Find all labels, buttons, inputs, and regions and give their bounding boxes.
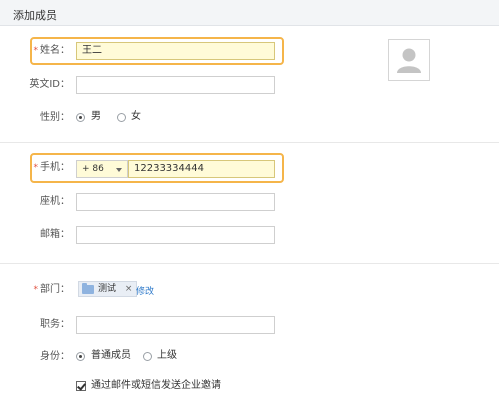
department-label-text: 部门： xyxy=(40,284,70,295)
mobile-label: * 手机： xyxy=(0,161,71,175)
close-icon[interactable]: × xyxy=(125,284,133,294)
gender-male-radio[interactable] xyxy=(76,113,85,122)
mobile-required-mark: * xyxy=(33,163,39,173)
email-label: 邮箱： xyxy=(40,229,70,240)
gender-label: 性别： xyxy=(40,112,70,123)
country-code-value: + 86 xyxy=(82,164,104,174)
english-id-input[interactable] xyxy=(76,76,275,94)
identity-superior-label: 上级 xyxy=(157,350,177,361)
gender-female-label: 女 xyxy=(131,111,141,122)
mobile-input[interactable]: 12233334444 xyxy=(128,160,275,178)
department-required-mark: * xyxy=(33,285,39,295)
gender-female-radio[interactable] xyxy=(117,113,126,122)
section-divider xyxy=(0,263,499,264)
invite-checkbox[interactable] xyxy=(76,381,86,391)
name-required-mark: * xyxy=(33,46,39,56)
user-placeholder-icon xyxy=(397,48,421,73)
landline-input[interactable] xyxy=(76,193,275,211)
page-title: 添加成员 xyxy=(13,9,57,22)
identity-label: 身份： xyxy=(40,351,70,362)
department-tag: 测试 × xyxy=(78,281,138,297)
position-label: 职务： xyxy=(40,319,70,330)
identity-superior-radio[interactable] xyxy=(143,352,152,361)
identity-member-radio[interactable] xyxy=(76,352,85,361)
email-input[interactable] xyxy=(76,226,275,244)
folder-icon xyxy=(82,283,94,294)
chevron-down-icon xyxy=(116,168,122,172)
name-label: * 姓名： xyxy=(0,44,71,58)
gender-male-label: 男 xyxy=(91,111,101,122)
section-divider xyxy=(0,142,499,143)
name-input[interactable]: 王二 xyxy=(76,42,275,60)
invite-label: 通过邮件或短信发送企业邀请 xyxy=(91,380,221,391)
header-bar: 添加成员 xyxy=(0,0,499,26)
position-input[interactable] xyxy=(76,316,275,334)
avatar[interactable] xyxy=(388,39,430,81)
edit-department-link[interactable]: 修改 xyxy=(136,284,154,297)
english-id-label: 英文ID： xyxy=(29,79,70,90)
department-label: * 部门： xyxy=(0,283,71,297)
country-code-select[interactable]: + 86 xyxy=(76,160,128,178)
identity-member-label: 普通成员 xyxy=(91,350,131,361)
name-label-text: 姓名： xyxy=(40,45,70,56)
department-tag-text: 测试 xyxy=(98,284,117,294)
landline-label: 座机： xyxy=(40,196,70,207)
mobile-label-text: 手机： xyxy=(40,162,70,173)
